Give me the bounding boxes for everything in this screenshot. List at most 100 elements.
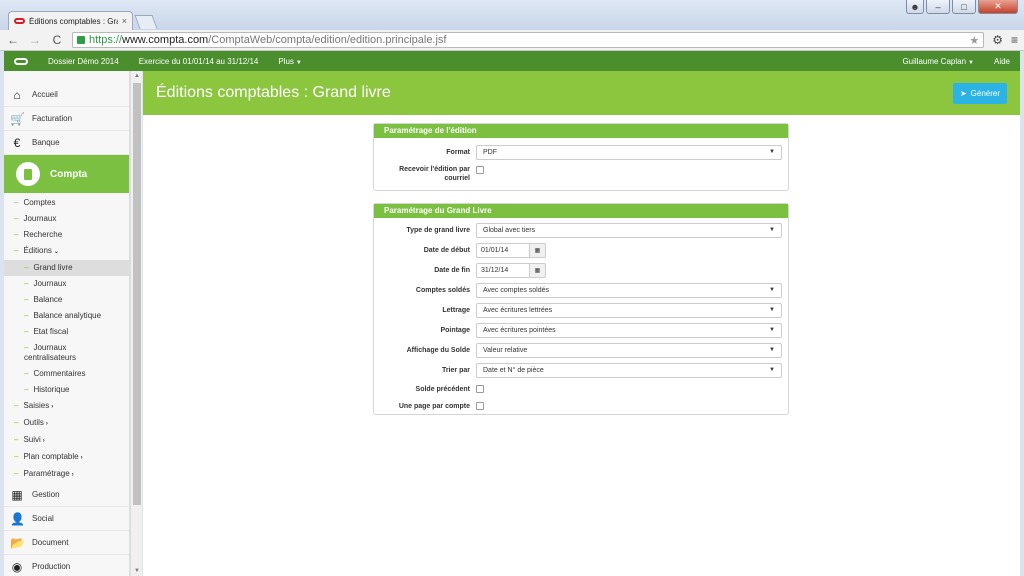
sidebar-subitem-journaux-editions[interactable]: – Journaux (4, 276, 129, 292)
affichage-solde-select[interactable]: Valeur relative ▼ (476, 342, 782, 358)
sidebar-subitem-balance[interactable]: – Balance (4, 292, 129, 308)
sidebar-subitem-journaux[interactable]: – Journaux (4, 211, 129, 227)
scroll-down-icon[interactable]: ▼ (131, 568, 143, 574)
scroll-up-icon[interactable]: ▲ (131, 73, 143, 79)
dossier-label[interactable]: Dossier Démo 2014 (38, 57, 129, 66)
date-fin-label: Date de fin (434, 266, 470, 274)
close-tab-icon[interactable]: × (122, 16, 127, 26)
window-controls: ☻ – □ ✕ (906, 0, 1018, 14)
sidebar-subitem-historique[interactable]: – Historique (4, 382, 129, 398)
sidebar-subitem-balance-analytique[interactable]: – Balance analytique (4, 308, 129, 324)
grand-livre-settings-panel: Paramétrage du Grand Livre Type de grand… (373, 203, 789, 415)
sidebar-subitem-comptes[interactable]: – Comptes (4, 195, 129, 211)
lock-icon (77, 36, 85, 44)
sidebar-item-social[interactable]: 👤 Social (4, 507, 129, 531)
solde-precedent-checkbox[interactable] (476, 385, 484, 393)
edition-settings-panel: Paramétrage de l'édition Format PDF ▼ Rec… (373, 123, 789, 191)
app-logo-icon[interactable] (4, 57, 38, 65)
sidebar-item-facturation[interactable]: 🛒 Facturation (4, 107, 129, 131)
dropdown-arrow-icon: ▼ (769, 347, 775, 353)
euro-icon: € (13, 135, 21, 150)
help-link[interactable]: Aide (984, 57, 1020, 66)
browser-tab[interactable]: Éditions comptables : Gra × (8, 11, 133, 30)
sidebar-item-accueil[interactable]: ⌂ Accueil (4, 83, 129, 107)
sidebar-item-compta[interactable]: Compta (4, 155, 129, 193)
type-grand-livre-select[interactable]: Global avec tiers ▼ (476, 222, 782, 238)
generate-button-label: Générer (970, 88, 1000, 98)
bookmark-star-icon[interactable]: ★ (969, 34, 979, 47)
calendar-icon[interactable]: ▦ (530, 242, 546, 258)
chevron-right-icon: › (71, 472, 74, 478)
sidebar-item-production[interactable]: ◉ Production (4, 555, 129, 576)
pointage-label: Pointage (440, 326, 470, 334)
profile-icon[interactable]: ☻ (906, 0, 924, 14)
hamburger-menu-icon[interactable]: ≡ (1011, 33, 1018, 47)
sidebar-subitem-editions[interactable]: – Éditions ⌄ (4, 243, 129, 260)
tab-title: Éditions comptables : Gra (29, 16, 118, 26)
sidebar-scrollbar[interactable]: ▲ ▼ (130, 71, 142, 576)
minimize-button[interactable]: – (926, 0, 950, 14)
sidebar-subitem-parametrage[interactable]: – Paramétrage › (4, 466, 129, 483)
dropdown-arrow-icon: ▼ (769, 227, 775, 233)
pointage-select[interactable]: Avec écritures pointées ▼ (476, 322, 782, 338)
site-logo-icon (14, 18, 25, 24)
settings-gear-icon[interactable]: ⚙ (992, 33, 1003, 47)
sidebar-subitem-journaux-centralisateurs[interactable]: – Journaux centralisateurs (4, 340, 129, 366)
home-icon: ⌂ (13, 87, 21, 102)
sidebar-subitem-grand-livre[interactable]: – Grand livre (4, 260, 129, 276)
folder-icon: 📂 (10, 535, 25, 550)
sidebar-item-gestion[interactable]: ▦ Gestion (4, 483, 129, 507)
sidebar-subitem-outils[interactable]: – Outils › (4, 415, 129, 432)
user-icon: 👤 (10, 511, 25, 526)
new-tab-button[interactable] (134, 15, 158, 29)
sidebar-subitem-commentaires[interactable]: – Commentaires (4, 366, 129, 382)
dropdown-arrow-icon: ▼ (769, 287, 775, 293)
exercice-label[interactable]: Exercice du 01/01/14 au 31/12/14 (129, 57, 269, 66)
plus-menu-label: Plus (278, 56, 294, 66)
une-page-par-compte-checkbox[interactable] (476, 402, 484, 410)
sidebar-subitem-saisies[interactable]: – Saisies › (4, 398, 129, 415)
sidebar: ⌂ Accueil 🛒 Facturation € Banque Compta – Co… (4, 71, 130, 576)
sidebar-item-label: Facturation (32, 114, 73, 123)
sidebar-item-banque[interactable]: € Banque (4, 131, 129, 155)
date-fin-input[interactable]: 31/12/14 (476, 262, 530, 278)
trier-par-select[interactable]: Date et N° de pièce ▼ (476, 362, 782, 378)
back-arrow-icon[interactable]: ← (6, 33, 20, 47)
date-debut-input[interactable]: 01/01/14 (476, 242, 530, 258)
plus-menu[interactable]: Plus ▼ (268, 57, 312, 66)
sidebar-subitem-suivi[interactable]: – Suivi › (4, 432, 129, 449)
reload-icon[interactable]: C (50, 33, 64, 47)
sidebar-item-label: Compta (50, 168, 88, 180)
browser-toolbar: ← → C https://www.compta.com/ComptaWeb/c… (0, 30, 1024, 51)
sidebar-subitem-etat-fiscal[interactable]: – Etat fiscal (4, 324, 129, 340)
user-menu[interactable]: Guillaume Caplan ▼ (892, 57, 984, 66)
grid-icon: ▦ (11, 487, 23, 502)
comptes-soldes-select[interactable]: Avec comptes soldés ▼ (476, 282, 782, 298)
scrollbar-thumb[interactable] (133, 83, 141, 505)
main-content: Éditions comptables : Grand livre ➤ Géné… (143, 71, 1020, 576)
sidebar-subitem-plan-comptable[interactable]: – Plan comptable › (4, 449, 129, 466)
user-name: Guillaume Caplan (902, 56, 967, 66)
page-title: Éditions comptables : Grand livre (156, 84, 391, 101)
lettrage-select[interactable]: Avec écritures lettrées ▼ (476, 302, 782, 318)
maximize-button[interactable]: □ (952, 0, 976, 14)
sidebar-subitem-recherche[interactable]: – Recherche (4, 227, 129, 243)
chevron-right-icon: › (51, 404, 54, 410)
address-bar[interactable]: https://www.compta.com/ComptaWeb/compta/… (72, 32, 985, 48)
page-header: Éditions comptables : Grand livre ➤ Géné… (143, 71, 1020, 115)
dropdown-arrow-icon: ▼ (769, 149, 775, 155)
url-scheme: https:// (89, 34, 123, 46)
comptes-soldes-label: Comptes soldés (415, 286, 470, 294)
recevoir-courriel-label: Recevoir l'édition par courriel (399, 166, 470, 182)
sidebar-item-label: Document (32, 538, 69, 547)
calendar-icon[interactable]: ▦ (530, 262, 546, 278)
sidebar-item-document[interactable]: 📂 Document (4, 531, 129, 555)
affichage-solde-label: Affichage du Solde (406, 346, 470, 354)
close-window-button[interactable]: ✕ (978, 0, 1018, 14)
dropdown-arrow-icon: ▼ (769, 327, 775, 333)
recevoir-courriel-checkbox[interactable] (476, 166, 484, 174)
generate-button[interactable]: ➤ Générer (952, 82, 1007, 104)
forward-arrow-icon[interactable]: → (28, 33, 42, 47)
sidebar-item-label: Banque (32, 138, 60, 147)
format-select[interactable]: PDF ▼ (476, 144, 782, 160)
